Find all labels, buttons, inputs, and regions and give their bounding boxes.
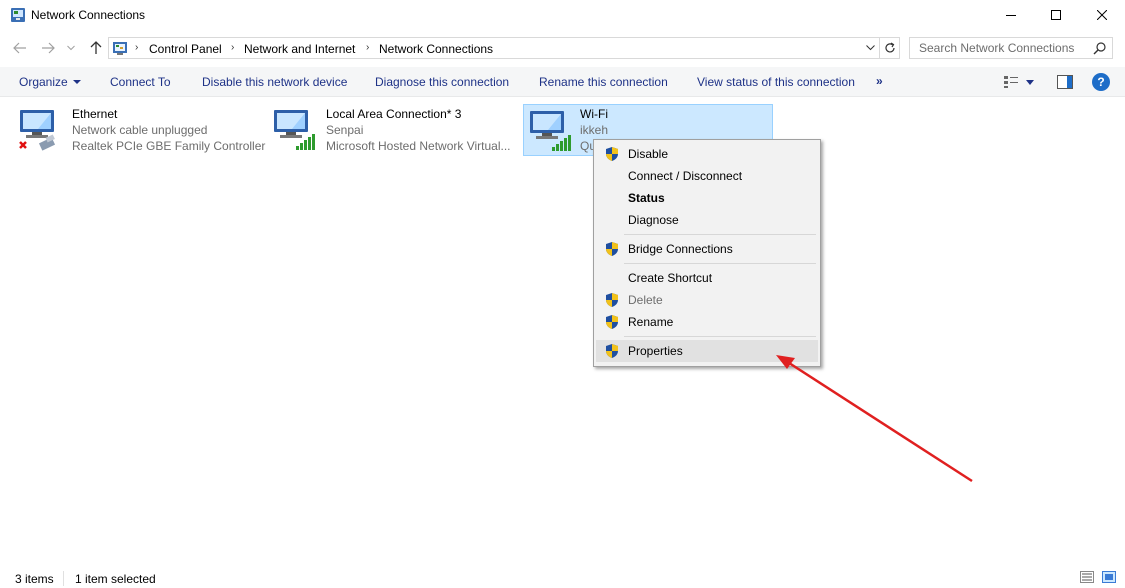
large-icons-view-button[interactable] (1102, 571, 1116, 586)
item-device: Microsoft Hosted Network Virtual... (326, 139, 511, 153)
close-icon (1097, 10, 1107, 20)
view-options-button[interactable] (1022, 72, 1038, 92)
chevron-down-icon (67, 45, 75, 51)
search-icon[interactable] (1093, 41, 1107, 55)
menu-label: Properties (628, 344, 683, 358)
control-panel-icon (112, 40, 128, 56)
context-menu: Disable Connect / Disconnect Status Diag… (593, 139, 821, 367)
menu-item-connect-disconnect[interactable]: Connect / Disconnect (596, 165, 818, 187)
back-button[interactable] (10, 38, 30, 58)
ethernet-adapter-icon (16, 106, 64, 154)
address-row: › Control Panel › Network and Internet ›… (0, 34, 1125, 62)
connection-item-ethernet[interactable]: Ethernet Network cable unplugged Realtek… (12, 104, 266, 156)
menu-item-delete[interactable]: Delete (596, 289, 818, 311)
uac-shield-icon (604, 146, 620, 162)
uac-shield-icon (604, 241, 620, 257)
network-connections-app-icon (10, 7, 26, 23)
selection-count: 1 item selected (75, 572, 156, 586)
rename-connection-button[interactable]: Rename this connection (539, 75, 668, 89)
uac-shield-icon (604, 292, 620, 308)
chevron-down-icon (865, 45, 875, 51)
arrow-right-icon (42, 42, 55, 54)
menu-label: Diagnose (628, 213, 679, 227)
uac-shield-icon (604, 343, 620, 359)
minimize-icon (1006, 15, 1016, 16)
disable-device-button[interactable]: Disable this network device (202, 75, 347, 89)
menu-label: Disable (628, 147, 669, 161)
status-separator (63, 571, 64, 586)
menu-separator (624, 234, 816, 235)
item-device: Realtek PCIe GBE Family Controller (72, 139, 266, 153)
menu-item-disable[interactable]: Disable (596, 143, 818, 165)
breadcrumb-network-connections[interactable]: Network Connections (379, 42, 493, 56)
more-commands-button[interactable]: » (876, 74, 883, 88)
breadcrumb-separator-icon[interactable]: › (135, 42, 138, 53)
close-button[interactable] (1079, 0, 1125, 30)
connect-to-button[interactable]: Connect To (110, 75, 171, 89)
menu-item-create-shortcut[interactable]: Create Shortcut (596, 267, 818, 289)
dropdown-arrow-icon (72, 80, 81, 84)
item-status: Senpai (326, 123, 364, 137)
menu-label: Create Shortcut (628, 271, 713, 285)
menu-label: Bridge Connections (628, 242, 733, 256)
menu-item-diagnose[interactable]: Diagnose (596, 209, 818, 231)
wireless-adapter-icon (526, 107, 574, 155)
item-status: ikkeh (580, 123, 609, 137)
menu-item-rename[interactable]: Rename (596, 311, 818, 333)
minimize-button[interactable] (988, 0, 1034, 30)
view-status-button[interactable]: View status of this connection (697, 75, 855, 89)
diagnose-connection-button[interactable]: Diagnose this connection (375, 75, 509, 89)
uac-shield-icon (604, 314, 620, 330)
large-icons-view-icon (1102, 571, 1116, 583)
preview-pane-button[interactable] (1055, 72, 1075, 92)
recent-locations-button[interactable] (63, 38, 79, 58)
menu-item-properties[interactable]: Properties (596, 340, 818, 362)
item-status: Network cable unplugged (72, 123, 208, 137)
details-view-button[interactable] (1080, 571, 1094, 586)
command-bar: Organize Connect To Disable this network… (0, 67, 1125, 97)
search-box[interactable] (909, 37, 1113, 59)
arrow-left-icon (13, 42, 26, 54)
maximize-icon (1051, 10, 1061, 20)
preview-pane-icon (1057, 75, 1073, 89)
window-title: Network Connections (31, 8, 146, 22)
forward-button[interactable] (38, 38, 58, 58)
item-name: Ethernet (72, 107, 118, 121)
breadcrumb-separator-icon[interactable]: › (231, 42, 234, 53)
status-bar: 3 items 1 item selected (0, 566, 1125, 588)
menu-label: Connect / Disconnect (628, 169, 743, 183)
menu-label: Delete (628, 293, 663, 307)
item-name: Local Area Connection* 3 (326, 107, 462, 121)
menu-item-bridge-connections[interactable]: Bridge Connections (596, 238, 818, 260)
menu-item-status[interactable]: Status (596, 187, 818, 209)
connection-item-local-area-connection-3[interactable]: Local Area Connection* 3 Senpai Microsof… (266, 104, 520, 156)
menu-separator (624, 263, 816, 264)
up-button[interactable] (86, 38, 106, 58)
details-view-icon (1080, 571, 1094, 583)
search-input[interactable] (911, 39, 1091, 57)
help-button[interactable]: ? (1092, 73, 1110, 91)
view-details-icon (1004, 76, 1018, 88)
refresh-button[interactable] (879, 38, 900, 58)
title-bar: Network Connections (0, 0, 1125, 30)
wireless-adapter-icon (270, 106, 318, 154)
address-bar[interactable]: › Control Panel › Network and Internet ›… (108, 37, 900, 59)
breadcrumb-network-and-internet[interactable]: Network and Internet (244, 42, 355, 56)
change-view-button[interactable] (1001, 72, 1021, 92)
breadcrumb-control-panel[interactable]: Control Panel (149, 42, 222, 56)
item-count: 3 items (15, 572, 54, 586)
organize-label: Organize (19, 75, 68, 89)
organize-button[interactable]: Organize (19, 75, 81, 89)
maximize-button[interactable] (1033, 0, 1079, 30)
dropdown-arrow-icon (1026, 79, 1034, 85)
address-history-button[interactable] (861, 38, 879, 58)
menu-label: Rename (628, 315, 674, 329)
breadcrumb-separator-icon[interactable]: › (366, 42, 369, 53)
menu-separator (624, 336, 816, 337)
menu-label: Status (628, 191, 665, 205)
item-name: Wi-Fi (580, 107, 608, 121)
arrow-up-icon (90, 41, 102, 54)
refresh-icon (885, 42, 895, 53)
